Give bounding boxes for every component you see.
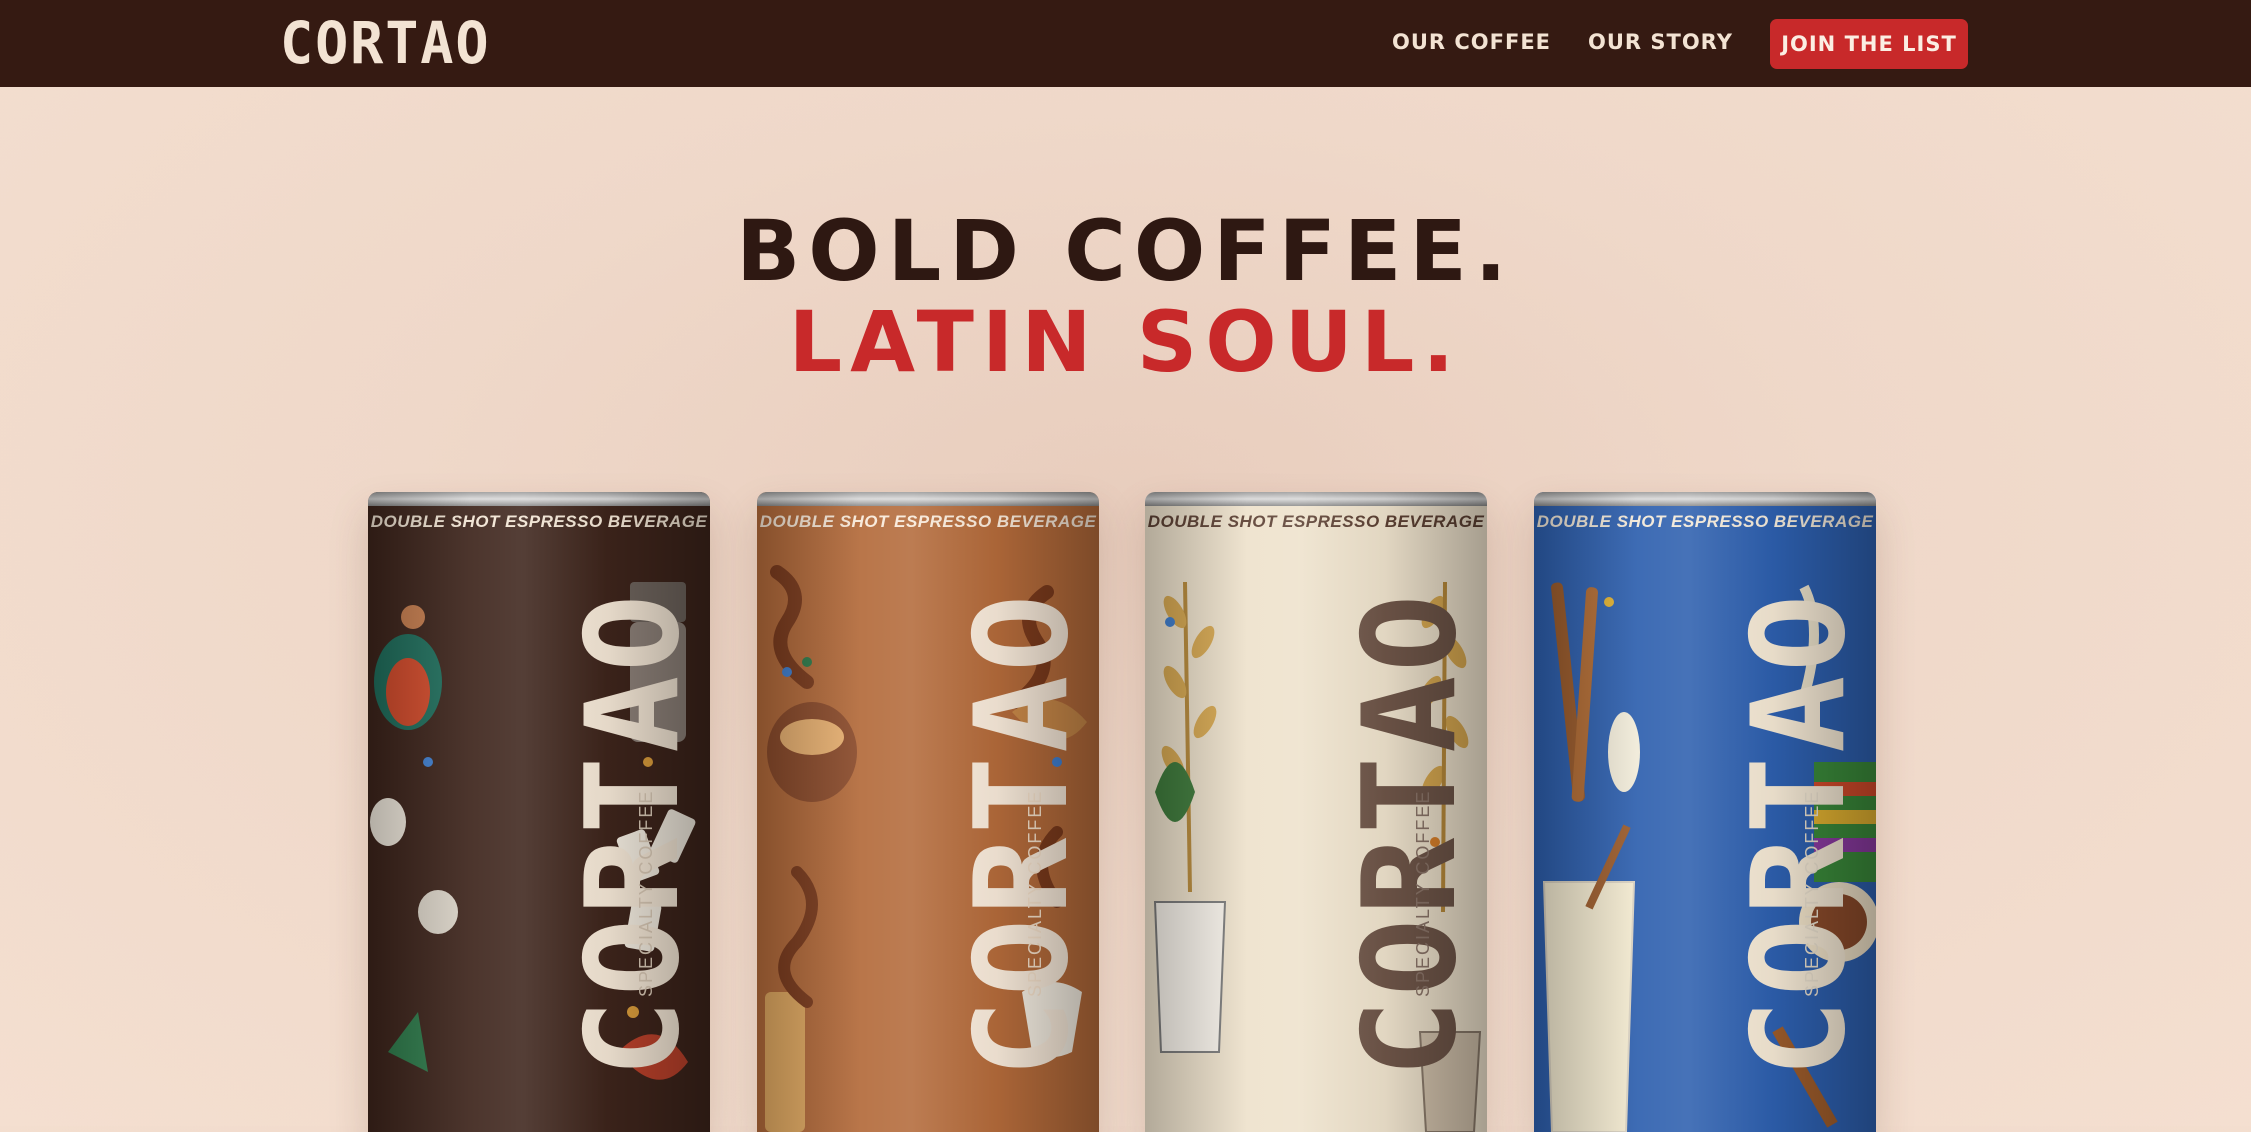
hero-headline-line1: BOLD COFFEE. [736, 202, 1515, 300]
can-subtitle: SPECIALTY COFFEE [1413, 789, 1433, 997]
top-nav: CORTAO OUR COFFEE OUR STORY JOIN THE LIS… [0, 0, 2251, 87]
can-subtitle: SPECIALTY COFFEE [636, 789, 656, 997]
product-can-caramel[interactable]: DOUBLE SHOT ESPRESSO BEVERAGE CORTAO SPE… [757, 492, 1099, 1132]
product-can-horchata[interactable]: DOUBLE SHOT ESPRESSO BEVERAGE CORTAO SPE… [1534, 492, 1876, 1132]
hero-headline-line2: LATIN SOUL. [788, 293, 1463, 391]
nav-link-our-story[interactable]: OUR STORY [1588, 30, 1733, 54]
can-subtitle: SPECIALTY COFFEE [1802, 789, 1822, 997]
can-subtitle: SPECIALTY COFFEE [1025, 789, 1045, 997]
can-brand-wordmark: CORTAO [1336, 590, 1485, 1077]
product-can-oat[interactable]: DOUBLE SHOT ESPRESSO BEVERAGE CORTAO SPE… [1145, 492, 1487, 1132]
can-brand-wordmark: CORTAO [559, 590, 708, 1077]
can-brand-wordmark: CORTAO [948, 590, 1097, 1077]
cortao-logo[interactable]: CORTAO [280, 14, 490, 72]
product-can-espresso[interactable]: DOUBLE SHOT ESPRESSO BEVERAGE CORTAO SPE… [368, 492, 710, 1132]
can-brand-wordmark: CORTAO [1725, 590, 1874, 1077]
nav-link-our-coffee[interactable]: OUR COFFEE [1392, 30, 1551, 54]
join-the-list-button[interactable]: JOIN THE LIST [1770, 19, 1968, 69]
